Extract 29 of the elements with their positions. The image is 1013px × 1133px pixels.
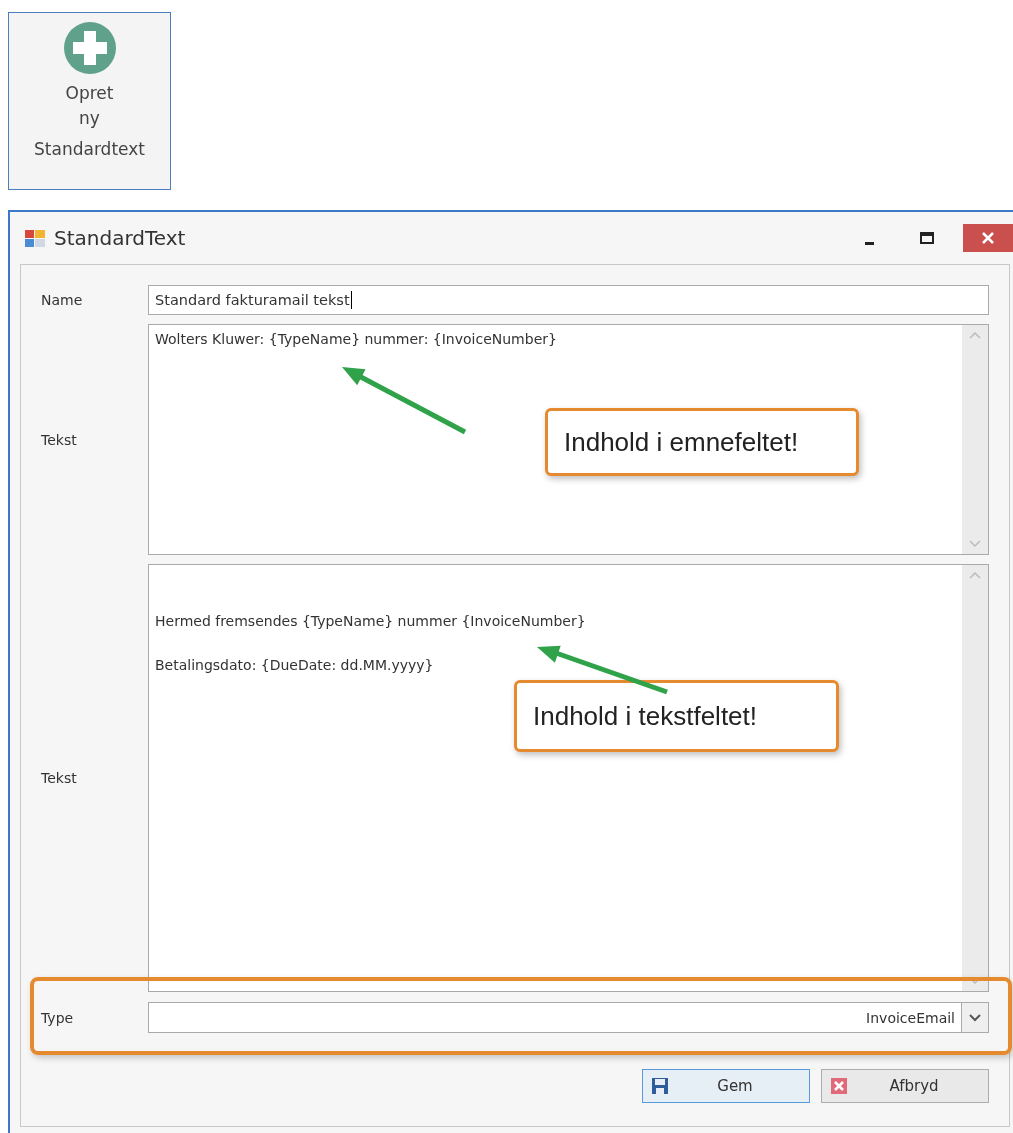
plus-icon[interactable] [62, 21, 117, 75]
save-button[interactable]: Gem [642, 1069, 810, 1103]
field-label: Tekst [40, 431, 78, 448]
close-icon [980, 230, 996, 246]
chevron-down-icon[interactable] [969, 1013, 981, 1022]
window-title: StandardText [54, 226, 187, 250]
form-icon [24, 227, 46, 249]
scroll-up-icon[interactable] [969, 331, 981, 339]
scroll-up-icon[interactable] [969, 571, 981, 579]
text-line: Betalingsdato: {DueDate: dd.MM.yyyy} [155, 656, 435, 675]
cancel-button[interactable]: Afbryd [821, 1069, 989, 1103]
field-label: Type [40, 1009, 75, 1026]
field-label: Tekst [40, 770, 78, 786]
name-input-field[interactable]: Standard fakturamail tekst [148, 285, 989, 315]
close-button[interactable] [963, 224, 1013, 252]
maximize-icon [919, 230, 935, 246]
ribbon-group-label: Standardtext [34, 139, 145, 159]
create-new-button-label[interactable]: Opret ny [65, 81, 114, 131]
close-icon [830, 1077, 848, 1095]
scroll-down-icon[interactable] [969, 540, 981, 548]
text-line: Hermed fremsendes {TypeName} nummer {InvoiceNumber} [155, 612, 587, 631]
callout-note: Indhold i tekstfeltet! [514, 680, 839, 752]
scrollbar[interactable] [962, 565, 988, 991]
scrollbar[interactable] [962, 325, 988, 554]
type-dropdown[interactable]: InvoiceEmail [148, 1002, 989, 1033]
field-label: Name [40, 292, 84, 308]
text-line: Wolters Kluwer: {TypeName} nummer: {InvoiceNumber} [155, 330, 558, 349]
minimize-icon [864, 241, 874, 245]
callout-note: Indhold i emnefeltet! [545, 408, 859, 476]
